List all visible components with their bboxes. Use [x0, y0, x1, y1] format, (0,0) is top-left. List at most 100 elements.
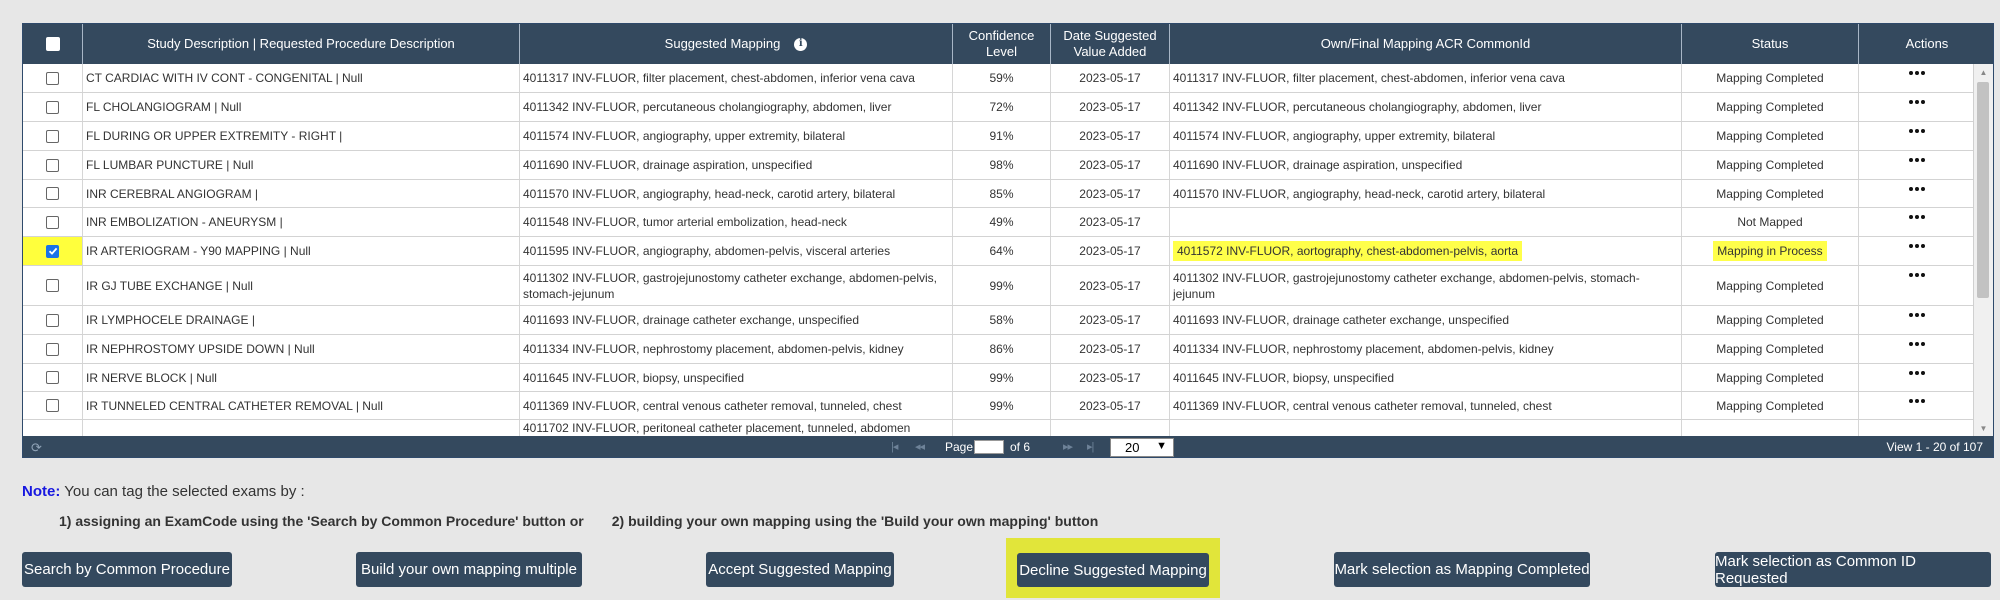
row-confidence-cell: 99%: [953, 364, 1051, 391]
row-study: INR CEREBRAL ANGIOGRAM |: [86, 186, 259, 201]
row-checkbox[interactable]: [46, 100, 59, 114]
row-suggested: 4011369 INV-FLUOR, central venous cathet…: [523, 398, 902, 413]
row-checkbox[interactable]: [46, 399, 59, 412]
col-date-label: Date Suggested Value Added: [1063, 28, 1157, 59]
more-actions-icon[interactable]: [1908, 399, 1925, 403]
row-own-cell: 4011334 INV-FLUOR, nephrostomy placement…: [1170, 335, 1682, 363]
col-confidence-label: Confidence Level: [968, 28, 1035, 59]
row-date-cell: 2023-05-17: [1051, 392, 1170, 419]
row-date: 2023-05-17: [1079, 244, 1141, 258]
next-page-icon[interactable]: ▸▸: [1063, 440, 1073, 453]
more-actions-icon[interactable]: [1908, 244, 1925, 248]
col-study-header[interactable]: Study Description | Requested Procedure …: [83, 24, 520, 64]
more-actions-icon[interactable]: [1908, 215, 1925, 219]
col-status-header[interactable]: Status: [1682, 24, 1859, 64]
row-status-cell: Mapping Completed: [1682, 266, 1859, 305]
mark-mapping-completed-button[interactable]: Mark selection as Mapping Completed: [1334, 552, 1590, 587]
row-status-cell: Mapping Completed: [1682, 93, 1859, 121]
build-own-mapping-button[interactable]: Build your own mapping multiple: [356, 552, 582, 587]
scroll-thumb[interactable]: [1977, 82, 1989, 298]
grid-scrollbar[interactable]: ▲ ▼: [1973, 64, 1993, 436]
row-date: 2023-05-17: [1079, 100, 1141, 114]
col-confidence-header[interactable]: Confidence Level: [953, 24, 1051, 64]
row-actions-cell: [1859, 392, 1975, 419]
row-suggested: 4011548 INV-FLUOR, tumor arterial emboli…: [523, 215, 847, 229]
table-row[interactable]: FL CHOLANGIOGRAM | Null 4011342 INV-FLUOR…: [23, 93, 1975, 122]
row-actions-cell: [1859, 364, 1975, 391]
search-common-procedure-button[interactable]: Search by Common Procedure: [22, 552, 232, 587]
row-confidence-cell: 58%: [953, 306, 1051, 334]
row-checkbox[interactable]: [46, 371, 59, 384]
col-suggested-header[interactable]: Suggested Mapping i: [520, 24, 953, 64]
row-select-cell: [23, 151, 83, 179]
row-confidence-cell: 72%: [953, 93, 1051, 121]
table-row[interactable]: INR CEREBRAL ANGIOGRAM | 4011570 INV-FLUO…: [23, 180, 1975, 208]
row-own-cell: 4011690 INV-FLUOR, drainage aspiration, …: [1170, 151, 1682, 179]
last-page-icon[interactable]: ▸|: [1087, 440, 1094, 453]
row-status-cell: Mapping Completed: [1682, 306, 1859, 334]
more-actions-icon[interactable]: [1908, 71, 1925, 75]
info-icon[interactable]: i: [794, 37, 808, 51]
page-input[interactable]: [974, 440, 1004, 454]
more-actions-icon[interactable]: [1908, 313, 1925, 317]
row-select-cell: [23, 122, 83, 150]
col-own-header[interactable]: Own/Final Mapping ACR CommonId: [1170, 24, 1682, 64]
row-checkbox[interactable]: [46, 313, 59, 327]
row-own: 4011574 INV-FLUOR, angiography, upper ex…: [1173, 129, 1496, 143]
row-suggested-cell: 4011317 INV-FLUOR, filter placement, che…: [520, 64, 953, 92]
row-status: Mapping in Process: [1713, 241, 1827, 261]
row-checkbox[interactable]: [46, 129, 59, 143]
row-status: Mapping Completed: [1716, 158, 1824, 172]
row-checkbox[interactable]: [46, 187, 59, 200]
row-date: 2023-05-17: [1079, 398, 1141, 413]
scroll-up-icon[interactable]: ▲: [1974, 64, 1993, 80]
more-actions-icon[interactable]: [1908, 371, 1925, 375]
table-row[interactable]: IR ARTERIOGRAM - Y90 MAPPING | Null 40115…: [23, 237, 1975, 266]
mark-common-id-requested-button[interactable]: Mark selection as Common ID Requested: [1715, 552, 1991, 587]
row-date-cell: 2023-05-17: [1051, 306, 1170, 334]
table-row[interactable]: IR TUNNELED CENTRAL CATHETER REMOVAL | N…: [23, 392, 1975, 420]
row-checkbox[interactable]: [46, 71, 59, 85]
table-row[interactable]: FL DURING OR UPPER EXTREMITY - RIGHT | 40…: [23, 122, 1975, 151]
table-row[interactable]: IR NEPHROSTOMY UPSIDE DOWN | Null 4011334…: [23, 335, 1975, 364]
more-actions-icon[interactable]: [1908, 187, 1925, 191]
row-confidence: 59%: [989, 71, 1014, 85]
more-actions-icon[interactable]: [1908, 129, 1925, 133]
accept-suggested-button[interactable]: Accept Suggested Mapping: [706, 552, 894, 587]
row-actions-cell: [1859, 335, 1975, 363]
more-actions-icon[interactable]: [1908, 100, 1925, 104]
row-suggested-cell: 4011702 INV-FLUOR, peritoneal catheter p…: [520, 420, 953, 437]
check-icon: [48, 247, 57, 255]
row-date: 2023-05-17: [1079, 215, 1141, 229]
select-all-checkbox[interactable]: [45, 37, 60, 51]
table-row[interactable]: IR NERVE BLOCK | Null 4011645 INV-FLUOR, …: [23, 364, 1975, 392]
table-row[interactable]: CT CARDIAC WITH IV CONT - CONGENITAL | N…: [23, 64, 1975, 93]
more-actions-icon[interactable]: [1908, 342, 1925, 346]
row-own: 4011369 INV-FLUOR, central venous cathet…: [1173, 398, 1552, 413]
prev-page-icon[interactable]: ◂◂: [915, 440, 925, 453]
page-size-select[interactable]: 20 ▼: [1110, 438, 1174, 457]
row-select-cell: [23, 93, 83, 121]
col-date-header[interactable]: Date Suggested Value Added: [1051, 24, 1170, 64]
row-confidence: 91%: [989, 129, 1014, 143]
refresh-icon[interactable]: ⟳: [31, 440, 42, 456]
table-row[interactable]: IR LYMPHOCELE DRAINAGE | 4011693 INV-FLUO…: [23, 306, 1975, 335]
row-checkbox[interactable]: [46, 244, 59, 258]
more-actions-icon[interactable]: [1908, 158, 1925, 162]
row-suggested-cell: 4011548 INV-FLUOR, tumor arterial emboli…: [520, 208, 953, 236]
table-row[interactable]: INR EMBOLIZATION - ANEURYSM | 4011548 INV…: [23, 208, 1975, 237]
row-checkbox[interactable]: [46, 279, 59, 292]
first-page-icon[interactable]: |◂: [891, 440, 898, 453]
row-actions-cell: [1859, 420, 1975, 437]
row-checkbox[interactable]: [46, 215, 59, 229]
more-actions-icon[interactable]: [1908, 273, 1925, 277]
row-checkbox[interactable]: [46, 342, 59, 356]
decline-suggested-button[interactable]: Decline Suggested Mapping: [1017, 553, 1209, 587]
scroll-down-icon[interactable]: ▼: [1974, 420, 1993, 436]
table-row[interactable]: IR GJ TUBE EXCHANGE | Null 4011302 INV-FL…: [23, 266, 1975, 306]
page-label: Page: [945, 440, 974, 454]
row-checkbox[interactable]: [46, 158, 59, 172]
table-row[interactable]: FL LUMBAR PUNCTURE | Null 4011690 INV-FLU…: [23, 151, 1975, 180]
grid-pager: ⟳ |◂ ◂◂ Page of 6 ▸▸ ▸| 20 ▼ View 1 - 20…: [23, 436, 1993, 457]
row-suggested: 4011702 INV-FLUOR, peritoneal catheter p…: [523, 421, 911, 435]
